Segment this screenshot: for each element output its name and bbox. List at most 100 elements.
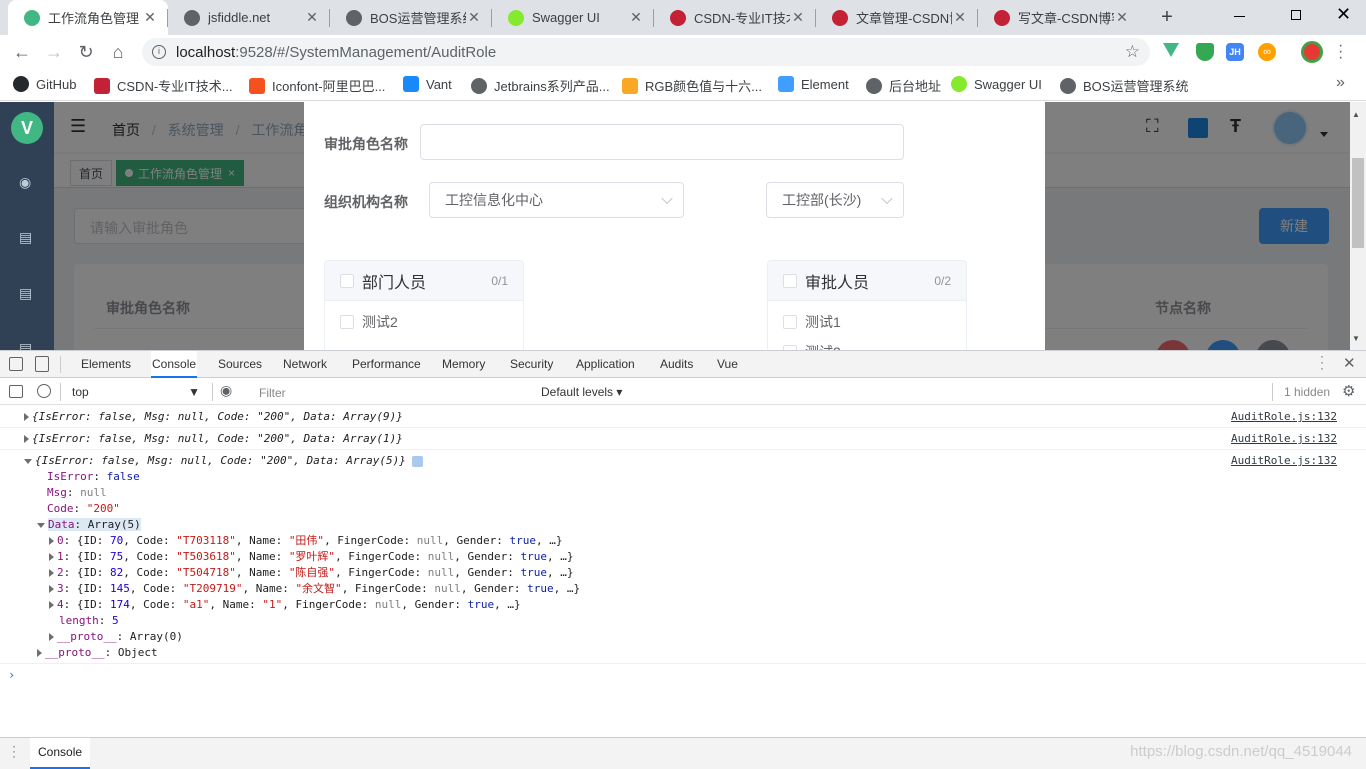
minimize-button[interactable] — [1234, 16, 1245, 17]
drawer-tab-console[interactable]: Console — [30, 738, 91, 769]
browser-tab[interactable]: BOS运营管理系统 ✕ — [330, 0, 492, 35]
bookmark-item[interactable]: Element — [778, 76, 849, 92]
org-select[interactable]: 工控信息化中心 — [429, 182, 684, 218]
source-link[interactable]: AuditRole.js:132 — [1231, 410, 1337, 423]
bookmark-item[interactable]: Vant — [403, 76, 452, 92]
browser-tab[interactable]: 文章管理-CSDN博 ✕ — [816, 0, 978, 35]
console-prompt[interactable]: › — [0, 664, 1366, 736]
devtools-tab-audits[interactable]: Audits — [659, 351, 694, 378]
jh-extension-icon[interactable]: JH — [1226, 43, 1244, 61]
select-all-checkbox[interactable] — [340, 273, 354, 288]
infinity-extension-icon[interactable]: ∞ — [1258, 43, 1276, 61]
drawer-menu-icon[interactable]: · · · — [12, 740, 16, 762]
data-array-item[interactable]: 4: {ID: 174, Code: "a1", Name: "1", Fing… — [49, 597, 521, 613]
select-all-checkbox[interactable] — [783, 273, 797, 288]
filter-input[interactable]: Filter — [250, 382, 533, 402]
close-window-button[interactable]: ✕ — [1336, 4, 1351, 25]
dept-select[interactable]: 工控部(长沙) — [766, 182, 904, 218]
dashboard-icon[interactable]: ◉ — [19, 174, 35, 190]
new-tab-button[interactable]: + — [1155, 5, 1179, 29]
role-name-input[interactable] — [420, 124, 904, 160]
devtools-tab-performance[interactable]: Performance — [351, 351, 422, 378]
console-message-expanded[interactable]: {IsError: false, Msg: null, Code: "200",… — [0, 450, 1366, 664]
data-array-item[interactable]: 0: {ID: 70, Code: "T703118", Name: "田伟",… — [49, 533, 563, 549]
devtools-tab-console[interactable]: Console — [151, 351, 198, 378]
document-icon[interactable]: ▤ — [19, 340, 35, 350]
console-message[interactable]: {IsError: false, Msg: null, Code: "200",… — [0, 428, 1366, 450]
sidebar-toggle-icon[interactable] — [9, 385, 23, 398]
clear-console-icon[interactable] — [37, 384, 51, 398]
profile-avatar-icon[interactable] — [1301, 41, 1323, 63]
bookmark-item[interactable]: CSDN-专业IT技术... — [94, 76, 233, 95]
browser-tab[interactable]: Swagger UI ✕ — [492, 0, 654, 35]
back-button[interactable]: ← — [7, 37, 37, 67]
close-icon[interactable]: ✕ — [628, 9, 644, 26]
bookmark-item[interactable]: Jetbrains系列产品... — [471, 76, 610, 95]
devtools-tab-security[interactable]: Security — [509, 351, 554, 378]
expand-triangle-icon[interactable] — [49, 633, 54, 641]
collapse-triangle-icon[interactable] — [37, 522, 45, 528]
browser-tab[interactable]: jsfiddle.net ✕ — [168, 0, 330, 35]
document-icon[interactable]: ▤ — [19, 285, 35, 301]
transfer-item[interactable]: 测试2 — [325, 307, 523, 337]
prop-proto-array[interactable]: __proto__: Array(0) — [49, 629, 183, 645]
close-icon[interactable]: ✕ — [466, 9, 482, 26]
bookmark-item[interactable]: RGB颜色值与十六... — [622, 76, 762, 95]
close-icon[interactable]: ✕ — [1114, 9, 1130, 26]
transfer-item[interactable]: 测试2 — [768, 337, 966, 350]
checkbox[interactable] — [783, 315, 797, 329]
data-array-item[interactable]: 2: {ID: 82, Code: "T504718", Name: "陈自强"… — [49, 565, 574, 581]
document-icon[interactable]: ▤ — [19, 229, 35, 245]
expand-triangle-icon[interactable] — [49, 585, 54, 593]
source-link[interactable]: AuditRole.js:132 — [1231, 454, 1337, 467]
expand-triangle-icon[interactable] — [37, 649, 42, 657]
page-scrollbar[interactable]: ▲ ▼ — [1350, 102, 1366, 350]
bookmark-item[interactable]: BOS运营管理系统 — [1060, 76, 1188, 95]
bookmark-item[interactable]: Iconfont-阿里巴巴... — [249, 76, 385, 95]
bookmarks-more-button[interactable]: » — [1336, 74, 1345, 92]
context-select[interactable]: top ▼ — [66, 379, 206, 405]
close-icon[interactable]: ✕ — [790, 9, 806, 26]
transfer-item[interactable]: 测试1 — [768, 307, 966, 337]
collapse-triangle-icon[interactable] — [24, 458, 32, 464]
app-logo[interactable]: V — [11, 112, 43, 144]
devtools-tab-elements[interactable]: Elements — [80, 351, 132, 378]
menu-kebab-icon[interactable]: · · · — [1338, 38, 1343, 66]
checkbox[interactable] — [340, 315, 354, 329]
bookmark-item[interactable]: Swagger UI — [951, 76, 1042, 92]
eye-icon[interactable]: ◉ — [220, 382, 232, 399]
bookmark-item[interactable]: GitHub — [13, 76, 76, 92]
kebab-menu-icon[interactable]: · · · — [1320, 350, 1324, 374]
log-levels-dropdown[interactable]: Default levels ▾ — [541, 385, 622, 399]
bookmark-item[interactable]: 后台地址 — [866, 76, 941, 95]
devtools-tab-network[interactable]: Network — [282, 351, 328, 378]
expand-triangle-icon[interactable] — [49, 537, 54, 545]
close-icon[interactable]: ✕ — [304, 9, 320, 26]
prop-data[interactable]: Data: Array(5) — [37, 517, 141, 533]
device-toolbar-icon[interactable] — [35, 356, 49, 372]
browser-tab[interactable]: CSDN-专业IT技术 ✕ — [654, 0, 816, 35]
console-message[interactable]: {IsError: false, Msg: null, Code: "200",… — [0, 406, 1366, 428]
restore-button[interactable] — [1291, 10, 1301, 20]
expand-triangle-icon[interactable] — [24, 435, 29, 443]
forward-button[interactable]: → — [39, 37, 69, 67]
shield-extension-icon[interactable] — [1196, 43, 1214, 61]
reload-button[interactable]: ↻ — [71, 37, 101, 67]
inspect-element-icon[interactable] — [9, 357, 23, 371]
gear-icon[interactable]: ⚙ — [1342, 382, 1355, 400]
home-button[interactable]: ⌂ — [103, 37, 133, 67]
expand-triangle-icon[interactable] — [49, 601, 54, 609]
source-link[interactable]: AuditRole.js:132 — [1231, 432, 1337, 445]
address-bar[interactable]: i localhost:9528/#/SystemManagement/Audi… — [142, 38, 1150, 66]
data-array-item[interactable]: 3: {ID: 145, Code: "T209719", Name: "余文智… — [49, 581, 580, 597]
browser-tab[interactable]: 写文章-CSDN博客 ✕ — [978, 0, 1140, 35]
close-icon[interactable]: ✕ — [142, 9, 158, 26]
vue-devtools-extension-icon[interactable] — [1163, 43, 1179, 57]
info-icon[interactable] — [411, 455, 423, 467]
browser-tab[interactable]: 工作流角色管理 - ✕ — [8, 0, 168, 35]
devtools-tab-application[interactable]: Application — [575, 351, 636, 378]
star-icon[interactable]: ☆ — [1125, 42, 1140, 62]
info-icon[interactable]: i — [152, 45, 166, 59]
expand-triangle-icon[interactable] — [24, 413, 29, 421]
devtools-tab-sources[interactable]: Sources — [217, 351, 263, 378]
